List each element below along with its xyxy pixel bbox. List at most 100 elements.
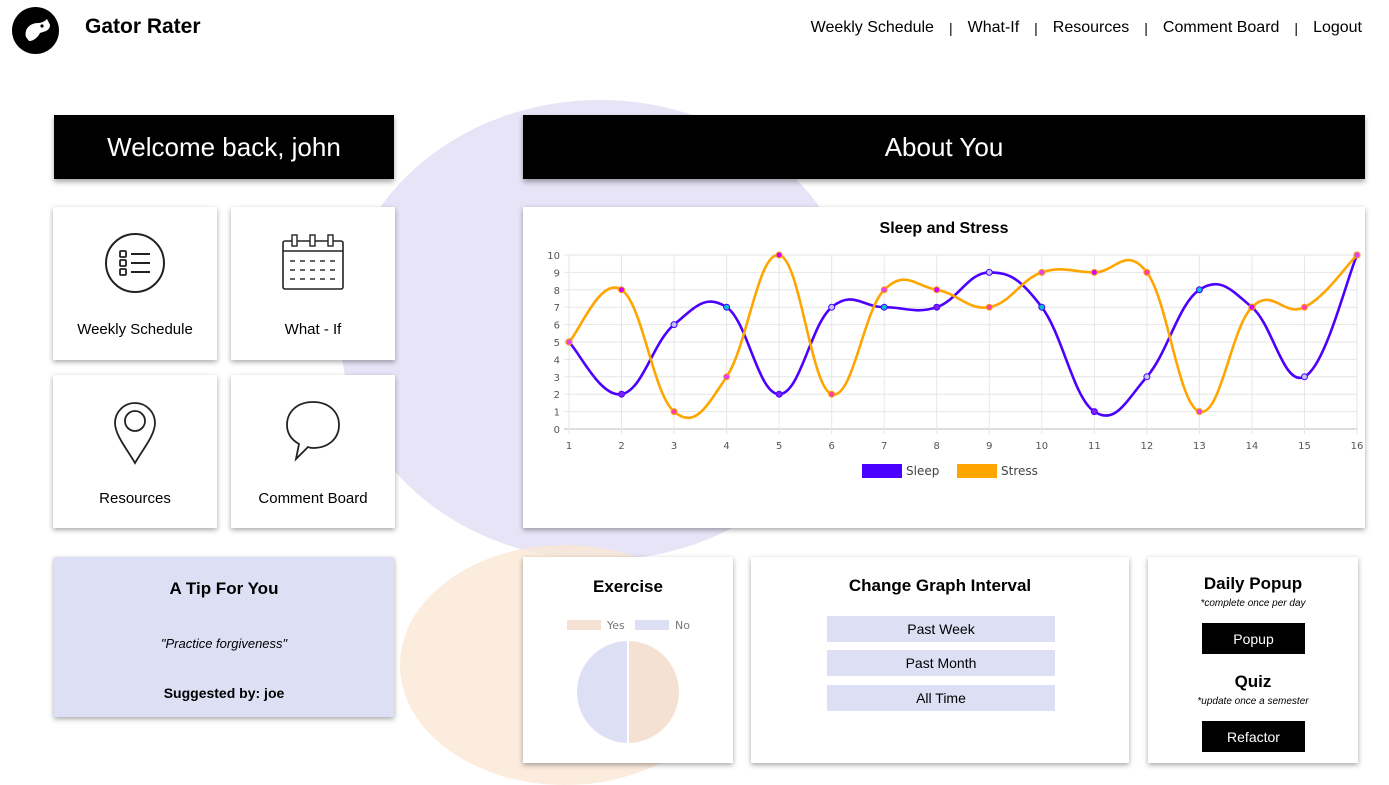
tile-comment-board[interactable]: Comment Board [231,375,395,528]
all-time-button[interactable]: All Time [827,685,1055,711]
about-you-banner: About You [523,115,1365,179]
sleep-stress-chart-card: Sleep and Stress 0 1 2 3 4 5 6 7 8 9 10 1 2 3 4 5 6 7 8 9 10… [523,207,1365,528]
x-tick-label: 9 [986,441,992,452]
x-tick-label: 8 [934,441,940,452]
pie-legend-label: Yes [606,619,625,632]
welcome-banner: Welcome back, john [54,115,394,179]
tile-label: Weekly Schedule [77,321,193,338]
x-tick-label: 7 [881,441,887,452]
stress-data-point[interactable] [618,286,626,294]
nav-separator: | [1294,20,1299,36]
exercise-title: Exercise [593,577,663,596]
pie-legend-swatch [635,620,669,630]
x-tick-label: 11 [1088,441,1101,452]
stress-data-point[interactable] [1248,303,1256,311]
sleep-data-point[interactable] [880,303,888,311]
sleep-stress-chart: Sleep and Stress 0123456789101 2 3 4 5 6 7 8 9 10… [547,220,1363,478]
sleep-data-point[interactable] [723,303,731,311]
legend-swatch [957,464,997,478]
legend-swatch [862,464,902,478]
y-tick-label: 0 [554,425,560,436]
tip-suggested-by: Suggested by: joe [163,685,285,701]
tile-weekly-schedule[interactable]: Weekly Schedule [53,207,217,360]
past-week-button[interactable]: Past Week [827,616,1055,642]
daily-popup-title: Daily Popup [1203,574,1303,593]
sleep-data-point[interactable] [775,390,783,398]
stress-data-point[interactable] [1090,268,1098,276]
nav-what-if[interactable]: What-If [968,19,1020,37]
tip-card: A Tip For You "Practice forgiveness" Sug… [54,557,394,717]
x-tick-label: 1 [566,441,572,452]
tip-title: A Tip For You [169,579,279,598]
sleep-data-point[interactable] [1195,286,1203,294]
stress-data-point[interactable] [775,251,783,259]
x-tick-label: 3 [671,441,677,452]
map-pin-icon [114,402,156,465]
nav-separator: | [1144,20,1148,36]
nav-logout[interactable]: Logout [1313,19,1362,37]
stress-data-point[interactable] [1143,268,1151,276]
y-tick-label: 2 [554,390,560,401]
stress-data-point[interactable] [565,338,573,346]
nav-separator: | [948,20,953,36]
main-nav: Weekly Schedule | What-If | Resources | … [811,19,1362,37]
y-tick-label: 7 [554,303,560,314]
stress-data-point[interactable] [723,373,731,381]
x-tick-label: 5 [776,441,782,452]
stress-data-point[interactable] [1300,303,1308,311]
stress-data-point[interactable] [1038,268,1046,276]
x-tick-label: 12 [1140,441,1153,452]
sleep-data-point[interactable] [1038,303,1046,311]
exercise-chart-card: Exercise Yes No [523,557,733,763]
sleep-data-point[interactable] [1090,408,1098,416]
nav-separator: | [1034,20,1038,36]
legend-label: Sleep [906,464,939,478]
gator-head-icon[interactable] [12,7,59,54]
stress-data-point[interactable] [1353,251,1361,259]
sleep-data-point[interactable] [933,303,941,311]
popup-button[interactable]: Popup [1202,623,1305,654]
x-tick-label: 2 [618,441,624,452]
daily-popup-note: *complete once per day [1200,598,1306,609]
stress-data-point[interactable] [985,303,993,311]
stress-data-point[interactable] [1195,408,1203,416]
sleep-data-point[interactable] [618,390,626,398]
nav-resources[interactable]: Resources [1053,19,1129,37]
about-you-title: About You [884,131,1004,162]
sleep-series-line [568,254,1359,417]
welcome-text: Welcome back, john [107,131,341,162]
y-tick-label: 4 [554,355,560,366]
refactor-button[interactable]: Refactor [1202,721,1305,752]
sleep-data-point[interactable] [670,321,678,329]
sleep-data-point[interactable] [985,268,993,276]
y-tick-label: 8 [554,286,560,297]
pie-legend-swatch [567,620,601,630]
sleep-data-point[interactable] [1143,373,1151,381]
tile-label: What - If [284,321,342,338]
past-month-button[interactable]: Past Month [827,650,1055,676]
app-title: Gator Rater [85,15,201,38]
interval-card: Change Graph Interval Past Week Past Mon… [751,557,1129,763]
sleep-data-point[interactable] [828,303,836,311]
stress-data-point[interactable] [828,390,836,398]
tile-what-if[interactable]: What - If [231,207,395,360]
stress-data-point[interactable] [933,286,941,294]
x-tick-label: 13 [1193,441,1206,452]
quiz-title: Quiz [1234,672,1272,691]
list-icon [105,233,165,293]
y-tick-label: 3 [554,373,560,384]
stress-data-point[interactable] [880,286,888,294]
tile-resources[interactable]: Resources [53,375,217,528]
x-tick-label: 14 [1246,441,1259,452]
nav-comment-board[interactable]: Comment Board [1163,19,1280,37]
pie-slice-no[interactable] [575,638,629,746]
sleep-data-point[interactable] [1300,373,1308,381]
stress-data-point[interactable] [670,408,678,416]
speech-bubble-icon [286,401,340,462]
nav-weekly-schedule[interactable]: Weekly Schedule [811,19,934,37]
tile-label: Comment Board [258,490,368,507]
chart-title: Sleep and Stress [880,220,1009,237]
quiz-note: *update once a semester [1197,696,1309,707]
pie-slice-yes[interactable] [627,638,681,746]
y-tick-label: 10 [547,251,560,262]
